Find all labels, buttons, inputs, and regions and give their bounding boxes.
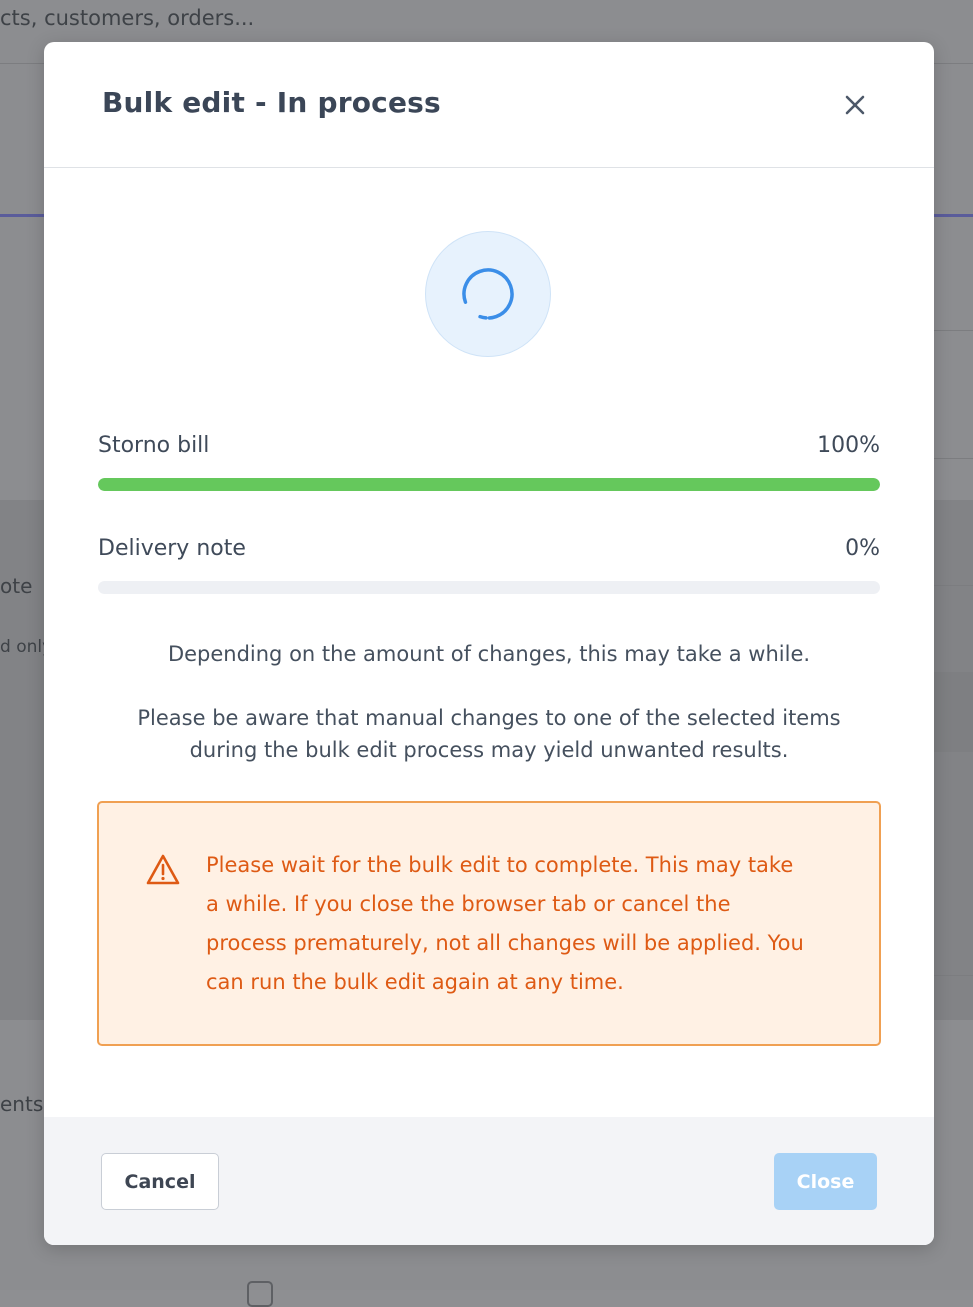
background-label: ote xyxy=(0,574,33,598)
background-search-placeholder: cts, customers, orders... xyxy=(0,6,255,30)
close-icon[interactable] xyxy=(841,91,869,119)
background-divider xyxy=(934,975,973,976)
dialog-header: Bulk edit - In process xyxy=(44,42,934,168)
progress-bar-storno-bill xyxy=(98,478,880,491)
progress-fill xyxy=(98,478,880,491)
background-divider xyxy=(934,458,973,459)
progress-label-delivery-note: Delivery note xyxy=(98,536,246,561)
background-checkbox xyxy=(247,1281,273,1307)
loading-spinner xyxy=(425,231,551,357)
progress-label-storno-bill: Storno bill xyxy=(98,433,210,458)
progress-percent-storno-bill: 100% xyxy=(817,433,880,458)
bulk-edit-dialog: Bulk edit - In process Storno bill 100% … xyxy=(44,42,934,1245)
info-text-duration: Depending on the amount of changes, this… xyxy=(167,642,811,666)
background-label: ents xyxy=(0,1092,44,1116)
background-row xyxy=(934,672,973,752)
progress-bar-delivery-note xyxy=(98,581,880,594)
info-text-manual-changes: Please be aware that manual changes to o… xyxy=(137,706,841,762)
background-tab-indicator xyxy=(0,214,44,217)
loading-spinner-icon xyxy=(462,268,514,320)
dialog-title: Bulk edit - In process xyxy=(102,86,441,119)
warning-triangle-icon xyxy=(146,854,180,885)
warning-alert: Please wait for the bulk edit to complet… xyxy=(97,801,881,1046)
cancel-button[interactable]: Cancel xyxy=(101,1153,219,1210)
close-button[interactable]: Close xyxy=(774,1153,877,1210)
progress-percent-delivery-note: 0% xyxy=(845,536,880,561)
background-tab-indicator-right xyxy=(934,214,973,217)
background-divider xyxy=(934,585,973,586)
dialog-footer: Cancel Close xyxy=(44,1117,934,1245)
background-divider xyxy=(934,330,973,331)
warning-text: Please wait for the bulk edit to complet… xyxy=(206,853,804,994)
